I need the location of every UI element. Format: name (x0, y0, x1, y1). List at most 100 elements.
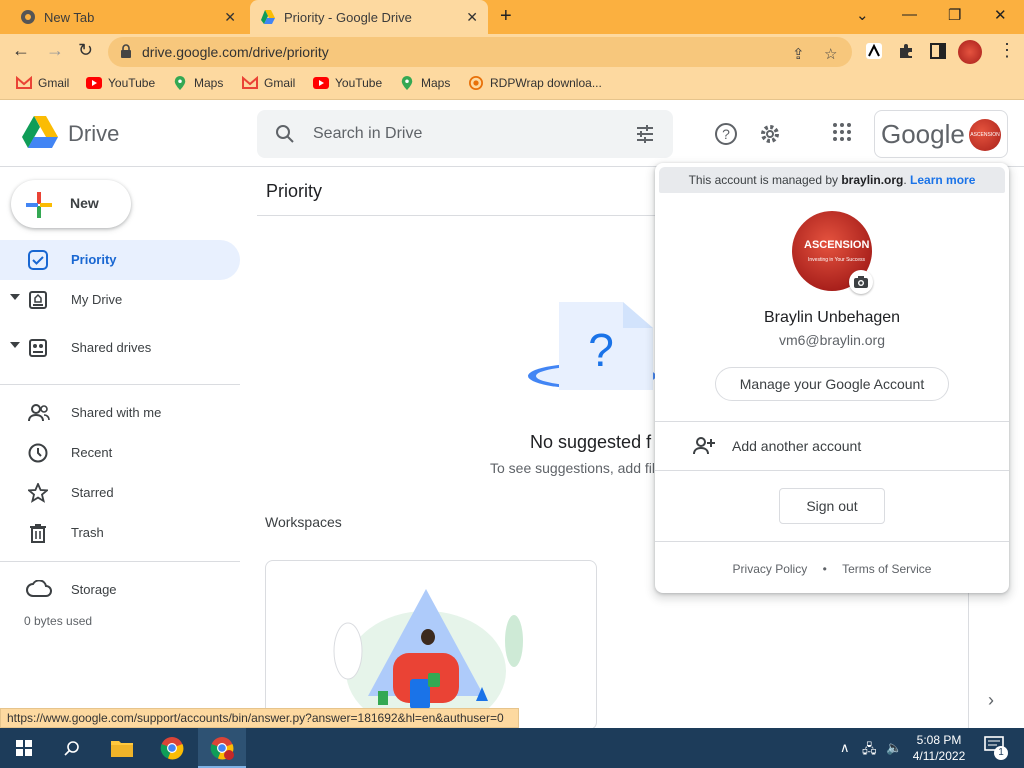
sidebar-item-priority[interactable]: Priority (0, 240, 240, 280)
tab-search-chevron-icon[interactable]: ⌄ (856, 6, 869, 24)
sidebar-item-label: Starred (71, 485, 114, 500)
popup-divider (655, 470, 1009, 471)
app-name[interactable]: Drive (68, 121, 119, 147)
sidebar-item-trash[interactable]: Trash (0, 513, 240, 553)
tab-new-tab[interactable]: New Tab ✕ (10, 0, 246, 34)
change-photo-button[interactable] (849, 270, 873, 294)
maps-pin-icon (401, 76, 413, 90)
tab-title: New Tab (44, 9, 95, 25)
show-hidden-icons-chevron-icon[interactable]: ∧ (840, 740, 850, 756)
help-icon[interactable]: ? (714, 122, 738, 146)
sidebar-item-label: Storage (71, 582, 117, 597)
clock-date: 4/11/2022 (912, 749, 966, 763)
youtube-icon (313, 77, 329, 89)
settings-gear-icon[interactable] (758, 122, 782, 146)
add-account-button[interactable]: Add another account (655, 422, 1009, 470)
shared-drives-icon (29, 339, 47, 357)
side-panel-icon[interactable] (930, 43, 946, 59)
lock-icon (121, 44, 131, 58)
extensions-puzzle-icon[interactable] (898, 43, 914, 59)
chrome-taskbar-button[interactable] (148, 728, 196, 768)
apps-grid-icon[interactable] (832, 122, 852, 142)
sign-out-button[interactable]: Sign out (779, 488, 885, 524)
gmail-icon (242, 76, 258, 89)
bookmark-youtube[interactable]: YouTube (86, 76, 155, 90)
volume-icon[interactable]: 🔈 (886, 740, 902, 756)
share-icon[interactable]: ⇪ (792, 45, 805, 63)
close-tab-icon[interactable]: ✕ (466, 9, 478, 26)
bookmark-label: Maps (421, 76, 451, 90)
back-arrow-icon[interactable]: ← (12, 40, 30, 61)
bookmark-youtube-2[interactable]: YouTube (313, 76, 382, 90)
bookmark-gmail[interactable]: Gmail (16, 76, 69, 90)
bookmark-rdpwrap[interactable]: RDPWrap downloa... (468, 76, 602, 90)
sidebar-item-shared-drives[interactable]: Shared drives (0, 328, 240, 368)
account-popup: This account is managed by braylin.org. … (655, 163, 1009, 593)
profile-avatar[interactable] (958, 40, 982, 64)
expand-caret-icon[interactable] (10, 294, 20, 300)
new-tab-plus-icon[interactable]: + (500, 5, 512, 28)
sidebar-item-label: Shared drives (71, 340, 152, 355)
tab-google-drive[interactable]: Priority - Google Drive ✕ (250, 0, 488, 34)
notifications-button[interactable]: 1 (984, 736, 1008, 760)
close-tab-icon[interactable]: ✕ (224, 9, 236, 26)
bookmark-star-icon[interactable]: ☆ (824, 45, 837, 63)
search-options-icon[interactable] (635, 124, 655, 144)
chrome-profile-taskbar-button[interactable] (198, 728, 246, 768)
clock-time: 5:08 PM (916, 733, 962, 747)
close-window-icon[interactable]: ✕ (994, 6, 1007, 24)
search-icon[interactable] (275, 124, 295, 144)
new-button[interactable]: New (11, 180, 131, 228)
sidebar-item-storage[interactable]: Storage (0, 570, 240, 610)
learn-more-link[interactable]: Learn more (910, 173, 975, 187)
bookmark-label: Gmail (38, 76, 70, 90)
drive-logo-icon[interactable] (22, 116, 58, 148)
bookmark-label: Maps (194, 76, 224, 90)
extension-a-icon[interactable] (866, 43, 882, 59)
search-placeholder[interactable]: Search in Drive (313, 125, 422, 143)
workspace-card[interactable] (265, 560, 597, 730)
file-explorer-button[interactable] (98, 728, 146, 768)
address-bar[interactable]: drive.google.com/drive/priority ⇪ ☆ (108, 37, 852, 67)
workspace-illustration (333, 589, 523, 729)
reload-icon[interactable]: ↻ (78, 40, 93, 61)
search-icon (64, 741, 79, 756)
empty-state-illustration: ? (528, 302, 656, 390)
maps-pin-icon (174, 76, 186, 90)
account-avatar: ASCENSION (969, 119, 1001, 151)
managed-domain: braylin.org (841, 173, 904, 187)
sidebar-item-my-drive[interactable]: My Drive (0, 280, 240, 320)
google-account-button[interactable]: Google ASCENSION (874, 110, 1008, 158)
priority-check-icon (28, 250, 48, 270)
taskbar-search-button[interactable] (48, 728, 96, 768)
bookmark-maps-2[interactable]: Maps (399, 76, 450, 90)
minimize-icon[interactable]: — (902, 6, 917, 23)
sidebar-item-label: My Drive (71, 292, 123, 307)
privacy-policy-link[interactable]: Privacy Policy (733, 562, 808, 576)
svg-text:?: ? (588, 324, 614, 376)
network-icon[interactable]: 🖧 (862, 740, 877, 762)
bookmark-maps[interactable]: Maps (172, 76, 223, 90)
browser-menu-icon[interactable]: ⋮ (998, 40, 1016, 61)
terms-of-service-link[interactable]: Terms of Service (842, 562, 931, 576)
sidebar-item-recent[interactable]: Recent (0, 433, 240, 473)
link-status-bubble: https://www.google.com/support/accounts/… (0, 708, 519, 728)
sidebar-item-shared-with-me[interactable]: Shared with me (0, 393, 240, 433)
start-button[interactable] (0, 728, 48, 768)
search-bar[interactable]: Search in Drive (257, 110, 673, 158)
people-icon (28, 404, 50, 422)
bookmark-gmail-2[interactable]: Gmail (242, 76, 295, 90)
sidebar-item-label: Trash (71, 525, 104, 540)
forward-arrow-icon[interactable]: → (46, 40, 64, 61)
chevron-right-icon[interactable]: › (988, 690, 994, 711)
expand-caret-icon[interactable] (10, 342, 20, 348)
sidebar-item-starred[interactable]: Starred (0, 473, 240, 513)
system-clock[interactable]: 5:08 PM 4/11/2022 (908, 732, 970, 764)
page-title: Priority (266, 181, 323, 201)
restore-icon[interactable]: ❐ (948, 6, 961, 24)
windows-logo-icon (16, 740, 32, 756)
bookmark-label: YouTube (108, 76, 156, 90)
windows-taskbar: ∧ 🖧 🔈 5:08 PM 4/11/2022 1 (0, 728, 1024, 768)
sidebar-divider (0, 561, 240, 562)
manage-account-button[interactable]: Manage your Google Account (715, 367, 949, 401)
